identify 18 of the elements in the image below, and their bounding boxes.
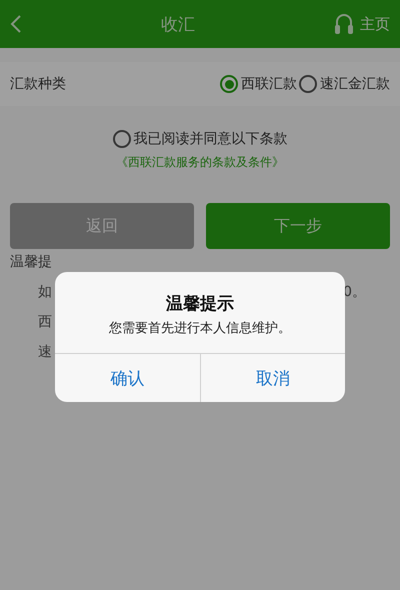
radio-option[interactable]: 速汇金汇款: [299, 75, 390, 93]
headset-icon[interactable]: [334, 12, 354, 36]
dialog-title: 温馨提示: [166, 293, 234, 315]
page-title: 收汇: [161, 14, 195, 36]
note-text: 西: [38, 313, 52, 331]
agree-checkbox[interactable]: 我已阅读并同意以下条款: [112, 130, 288, 148]
dialog-button[interactable]: 取消: [200, 354, 345, 402]
note-text: 如: [38, 283, 52, 301]
dialog-message: 您需要首先进行本人信息维护。: [109, 320, 291, 337]
remit-type-label: 汇款种类: [10, 75, 66, 93]
back-icon[interactable]: [10, 14, 22, 34]
next-button[interactable]: 下一步: [206, 203, 390, 249]
radio-option[interactable]: 西联汇款: [220, 75, 297, 93]
notes-title: 温馨提: [10, 253, 53, 271]
home-link[interactable]: 主页: [360, 14, 390, 34]
terms-link[interactable]: 《西联汇款服务的条款及条件》: [116, 154, 284, 171]
dialog-button[interactable]: 确认: [55, 354, 200, 402]
note-text: 速: [38, 343, 52, 361]
